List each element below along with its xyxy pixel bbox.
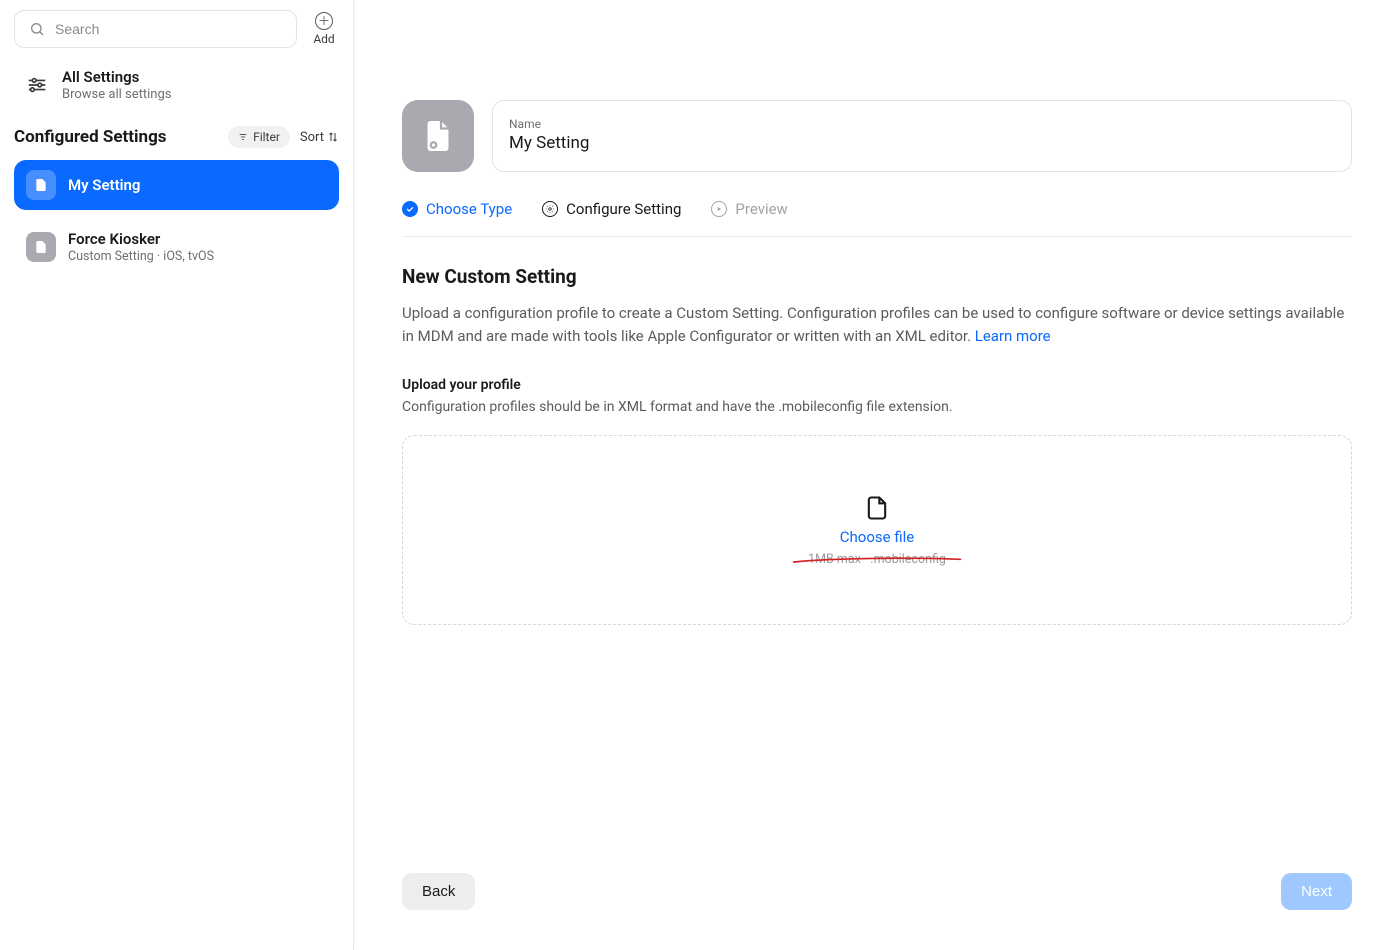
filter-icon — [238, 132, 248, 142]
upload-block: Upload your profile Configuration profil… — [402, 377, 1352, 625]
wizard-steps: Choose Type Configure Setting Preview — [402, 200, 1352, 237]
form-section: New Custom Setting Upload a configuratio… — [402, 265, 1352, 625]
sidebar: ＋ Add All Settings Browse all settings C… — [0, 0, 354, 950]
setting-gear-icon — [26, 232, 56, 262]
play-circle-icon — [711, 201, 727, 217]
name-value: My Setting — [509, 133, 1335, 153]
file-hint: 1MB max · .mobileconfig — [808, 552, 946, 567]
file-icon — [863, 494, 891, 522]
filter-label: Filter — [253, 130, 280, 144]
add-label: Add — [313, 32, 334, 46]
all-settings-subtitle: Browse all settings — [62, 87, 171, 102]
plus-circle-icon: ＋ — [315, 12, 333, 30]
search-row: ＋ Add — [14, 8, 339, 48]
all-settings-title: All Settings — [62, 68, 171, 86]
next-button[interactable]: Next — [1281, 873, 1352, 910]
configured-settings-header: Configured Settings Filter Sort — [14, 120, 339, 150]
setting-big-icon — [402, 100, 474, 172]
file-dropzone[interactable]: Choose file 1MB max · .mobileconfig — [402, 435, 1352, 625]
sidebar-item-label: Force Kiosker — [68, 230, 214, 248]
page-heading: New Custom Setting — [402, 265, 1352, 288]
search-icon — [29, 21, 45, 37]
all-settings-nav[interactable]: All Settings Browse all settings — [14, 58, 339, 110]
upload-subtitle: Configuration profiles should be in XML … — [402, 399, 1352, 415]
step-configure-setting[interactable]: Configure Setting — [542, 200, 681, 218]
sort-label: Sort — [300, 130, 324, 145]
sidebar-item-force-kiosker[interactable]: Force Kiosker Custom Setting · iOS, tvOS — [14, 220, 339, 274]
main-pane: Name My Setting Choose Type Configure Se… — [354, 0, 1400, 950]
name-label: Name — [509, 117, 1335, 131]
sort-button[interactable]: Sort — [300, 130, 339, 145]
wizard-footer: Back Next — [402, 873, 1352, 910]
upload-title: Upload your profile — [402, 377, 1352, 393]
step-label: Choose Type — [426, 200, 512, 218]
page-description: Upload a configuration profile to create… — [402, 302, 1352, 347]
search-input[interactable] — [55, 21, 282, 37]
sidebar-item-my-setting[interactable]: My Setting — [14, 160, 339, 210]
step-label: Configure Setting — [566, 200, 681, 218]
step-label: Preview — [735, 200, 787, 218]
name-field[interactable]: Name My Setting — [492, 100, 1352, 172]
sliders-icon — [26, 74, 48, 96]
search-box[interactable] — [14, 10, 297, 48]
filter-button[interactable]: Filter — [228, 126, 290, 148]
step-choose-type[interactable]: Choose Type — [402, 200, 512, 218]
sort-arrows-icon — [327, 131, 339, 143]
section-title: Configured Settings — [14, 127, 167, 147]
step-preview: Preview — [711, 200, 787, 218]
learn-more-link[interactable]: Learn more — [975, 327, 1051, 345]
back-button[interactable]: Back — [402, 873, 475, 910]
sidebar-item-subtitle: Custom Setting · iOS, tvOS — [68, 249, 214, 264]
gear-circle-icon — [542, 201, 558, 217]
sidebar-item-label: My Setting — [68, 176, 140, 194]
setting-gear-icon — [26, 170, 56, 200]
name-row: Name My Setting — [402, 100, 1352, 172]
choose-file-link[interactable]: Choose file — [840, 528, 914, 546]
add-button[interactable]: ＋ Add — [309, 12, 339, 46]
check-circle-icon — [402, 201, 418, 217]
